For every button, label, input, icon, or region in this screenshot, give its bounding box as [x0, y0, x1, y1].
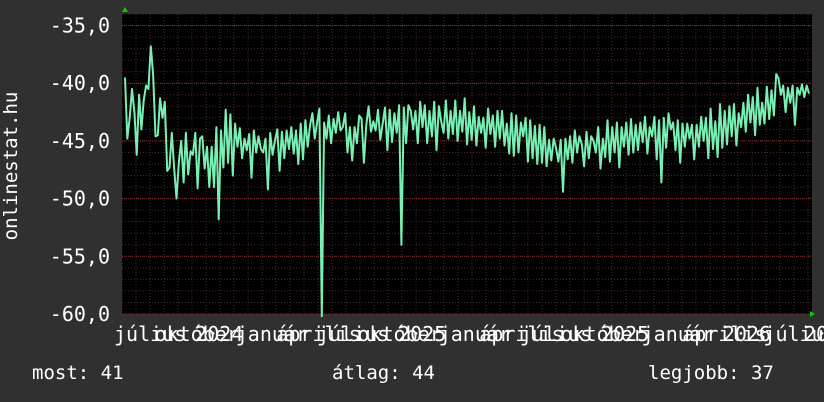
x-axis-ticks: júliusoktóber2024januáráprilisjúliusoktó…	[114, 322, 824, 346]
y-tick-label: -35,0	[50, 14, 110, 38]
stat-average: átlag: 44	[332, 362, 435, 384]
x-tick-label: 20	[804, 322, 824, 346]
chart: -35,0 -40,0 -45,0 -50,0 -55,0 -60,0 júliusokt…	[0, 7, 824, 346]
y-axis-ticks: -35,0 -40,0 -45,0 -50,0 -55,0 -60,0	[50, 14, 110, 326]
y-axis-label: onlinestat.hu	[0, 92, 22, 241]
y-tick-label: -50,0	[50, 187, 110, 211]
y-axis-arrow	[122, 7, 128, 12]
x-axis-arrow	[810, 311, 815, 317]
y-tick-label: -55,0	[50, 244, 110, 268]
y-tick-label: -40,0	[50, 71, 110, 95]
stat-best: legjobb: 37	[648, 362, 774, 384]
y-tick-label: -45,0	[50, 129, 110, 153]
stat-current: most: 41	[32, 362, 124, 384]
y-tick-label: -60,0	[50, 302, 110, 326]
